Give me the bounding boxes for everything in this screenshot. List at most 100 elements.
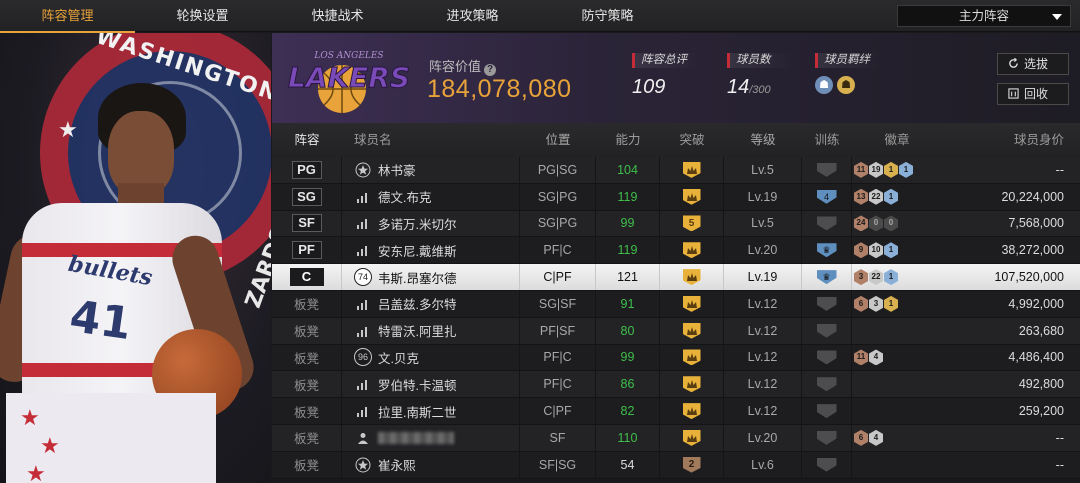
table-row[interactable]: 板凳 罗伯特.卡温顿 PF|C 86 Lv.12 492,800 [272,371,1080,399]
lineup-slot-cell[interactable]: SF [272,210,342,237]
training-cell[interactable] [802,210,852,237]
breakthrough-cell[interactable]: 5 [660,210,724,237]
badges-cell[interactable] [852,398,942,424]
table-row[interactable]: 板凳 拉里.南斯二世 C|PF 82 Lv.12 259,200 [272,398,1080,425]
col-header-training[interactable]: 训练 [802,123,852,157]
select-button[interactable]: 选拔 [997,53,1069,75]
breakthrough-cell[interactable] [660,237,724,264]
bench-label: 板凳 [293,459,319,474]
player-name-cell[interactable]: 崔永熙 [342,451,520,478]
lineup-dropdown[interactable]: 主力阵容 [897,5,1071,27]
table-row[interactable]: SG 德文.布克 SG|PG 119 Lv.19 4 13 22 1 20,224,000 [272,183,1080,211]
lineup-slot-cell[interactable]: SG [272,183,342,210]
badge-icon: 1 [884,242,898,259]
col-header-level[interactable]: 等级 [724,123,802,157]
training-cell[interactable] [802,371,852,398]
player-name-cell[interactable]: 吕盖兹.多尔特 [342,290,520,317]
breakthrough-cell[interactable] [660,344,724,371]
bond-group-icon[interactable]: ☗ [837,76,855,94]
player-name-cell[interactable]: 96 文.贝克 [342,344,520,371]
col-header-badges[interactable]: 徽章 [852,123,942,157]
breakthrough-cell[interactable] [660,398,724,424]
training-cell[interactable]: ♛ [802,264,852,290]
col-header-lineup[interactable]: 阵容 [272,123,342,157]
badges-cell[interactable]: 11 4 [852,345,942,371]
breakthrough-cell[interactable] [660,290,724,317]
bond-group-icon[interactable]: ☗ [815,76,833,94]
player-name-cell[interactable] [342,424,520,451]
breakthrough-cell[interactable] [660,157,724,183]
training-cell[interactable] [802,398,852,424]
lineup-slot-cell[interactable]: 板凳 [272,424,342,451]
col-header-position[interactable]: 位置 [520,123,596,157]
signal-bars-icon [354,402,372,420]
tab-rotation-settings[interactable]: 轮换设置 [135,0,270,32]
training-shield-icon [816,430,837,445]
recycle-button[interactable]: 回收 [997,83,1069,105]
training-cell[interactable] [802,157,852,183]
lineup-slot-cell[interactable]: C [272,264,342,290]
table-row[interactable]: SF 多诺万.米切尔 SG|PG 99 5 Lv.5 24 0 0 7,568,000 [272,210,1080,238]
lineup-slot-cell[interactable]: PG [272,157,342,183]
breakthrough-cell[interactable] [660,317,724,344]
col-header-name[interactable]: 球员名 [342,123,520,157]
lineup-slot-cell[interactable]: 板凳 [272,344,342,371]
training-cell[interactable] [802,451,852,478]
breakthrough-cell[interactable] [660,371,724,398]
table-row[interactable]: 板凳 96 文.贝克 PF|C 99 Lv.12 11 4 4,486,400 [272,344,1080,372]
table-row[interactable]: PG 林书豪 PG|SG 104 Lv.5 11 19 1 1 -- [272,157,1080,184]
training-cell[interactable]: 4 [802,183,852,210]
training-cell[interactable] [802,317,852,344]
table-row[interactable]: C 74 韦斯.昂塞尔德 C|PF 121 Lv.19 ♛ 3 22 1 107,520,000 [272,264,1080,291]
training-cell[interactable]: ♛ [802,237,852,264]
lineup-slot-cell[interactable]: 板凳 [272,317,342,344]
col-header-breakthrough[interactable]: 突破 [660,123,724,157]
training-cell[interactable] [802,290,852,317]
table-row[interactable]: 板凳 崔永熙 SF|SG 54 2 Lv.6 -- [272,451,1080,479]
breakthrough-cell[interactable] [660,183,724,210]
table-row[interactable]: 板凳 SF 110 Lv.20 6 4 -- [272,424,1080,452]
badges-cell[interactable]: 9 10 1 [852,237,942,263]
position-badge: SG [291,187,322,206]
lineup-slot-cell[interactable]: PF [272,237,342,264]
tab-quick-tactics[interactable]: 快捷战术 [270,0,405,32]
badges-cell[interactable]: 3 22 1 [852,264,942,290]
lineup-slot-cell[interactable]: 板凳 [272,371,342,398]
badges-cell[interactable]: 13 22 1 [852,184,942,210]
tab-lineup-management[interactable]: 阵容管理 [0,0,135,33]
badges-cell[interactable] [852,452,942,478]
player-name-cell[interactable]: 拉里.南斯二世 [342,398,520,424]
player-ability: 99 [596,344,660,371]
player-name-cell[interactable]: 多诺万.米切尔 [342,210,520,237]
table-row[interactable]: 板凳 特雷沃.阿里扎 PF|SF 80 Lv.12 263,680 [272,317,1080,345]
col-header-ability[interactable]: 能力 [596,123,660,157]
lineup-slot-cell[interactable]: 板凳 [272,290,342,317]
badges-cell[interactable] [852,371,942,397]
player-name-cell[interactable]: 74 韦斯.昂塞尔德 [342,264,520,290]
table-row[interactable]: PF 安东尼.戴维斯 PF|C 119 Lv.20 ♛ 9 10 1 38,272,000 [272,237,1080,265]
badges-cell[interactable]: 631 [852,291,942,317]
player-name-cell[interactable]: 德文.布克 [342,183,520,210]
player-name-cell[interactable]: 安东尼.戴维斯 [342,237,520,264]
badges-cell[interactable] [852,318,942,344]
player-name-cell[interactable]: 罗伯特.卡温顿 [342,371,520,398]
bond-icons[interactable]: ☗ ☗ [815,76,881,94]
player-name: 安东尼.戴维斯 [378,244,457,259]
badges-cell[interactable]: 11 19 1 1 [852,157,942,183]
tab-defense-strategy[interactable]: 防守策略 [540,0,675,32]
breakthrough-cell[interactable] [660,264,724,290]
lineup-slot-cell[interactable]: 板凳 [272,451,342,478]
training-cell[interactable] [802,344,852,371]
lineup-slot-cell[interactable]: 板凳 [272,398,342,424]
training-shield-icon [816,323,837,338]
col-header-price[interactable]: 球员身价 [942,123,1080,157]
player-name-cell[interactable]: 林书豪 [342,157,520,183]
table-row[interactable]: 板凳 吕盖兹.多尔特 SG|SF 91 Lv.12 6 3 1 4,992,000 [272,290,1080,318]
badges-cell[interactable]: 64 [852,425,942,451]
training-cell[interactable] [802,424,852,451]
badges-cell[interactable]: 24 0 0 [852,211,942,237]
tab-offense-strategy[interactable]: 进攻策略 [405,0,540,32]
breakthrough-cell[interactable]: 2 [660,451,724,478]
player-name-cell[interactable]: 特雷沃.阿里扎 [342,317,520,344]
breakthrough-cell[interactable] [660,424,724,451]
